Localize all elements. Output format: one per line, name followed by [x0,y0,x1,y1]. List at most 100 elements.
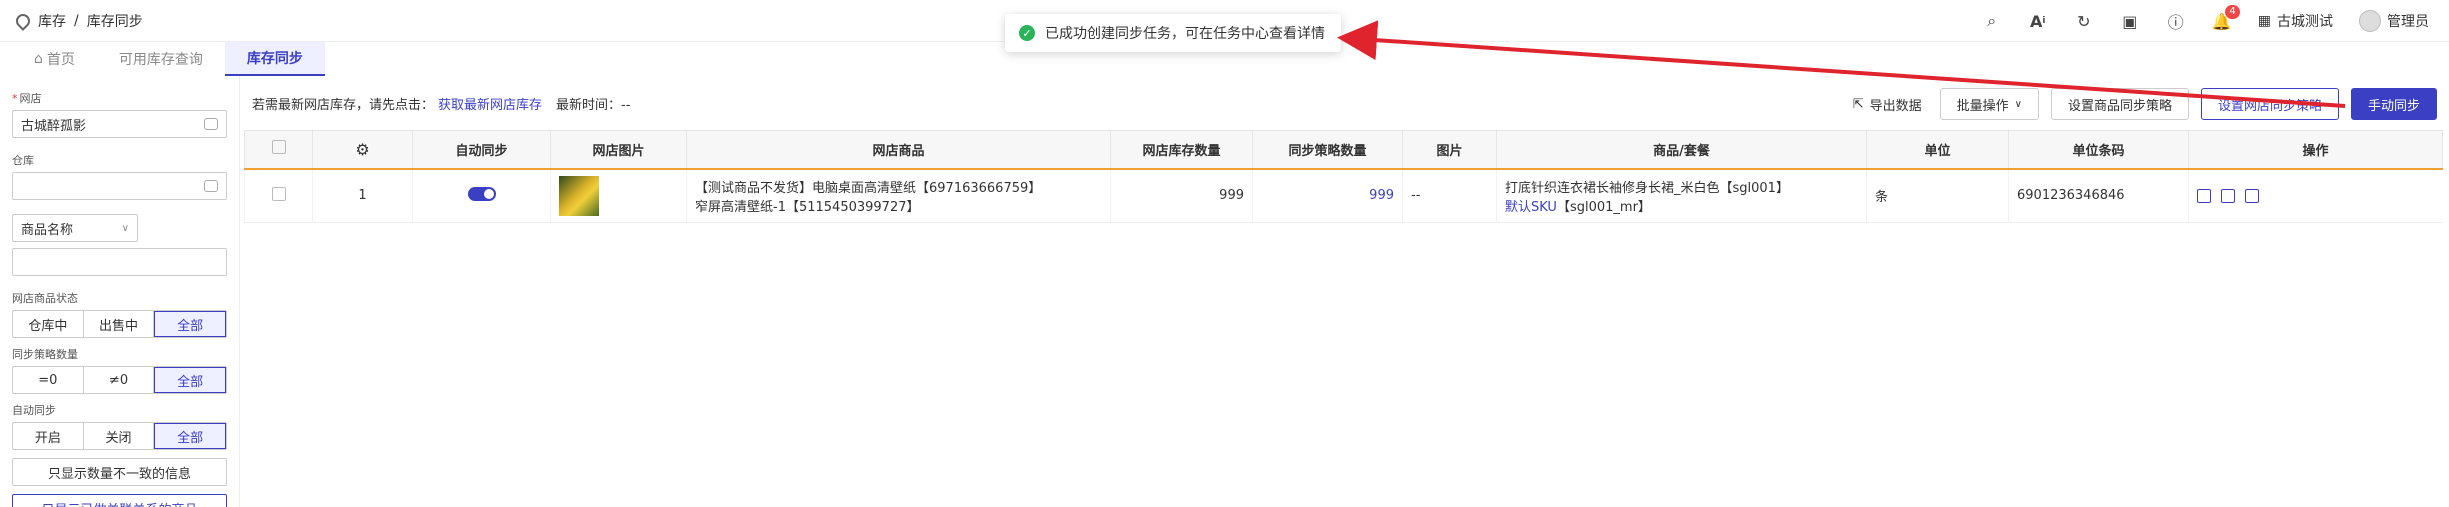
status-option-all[interactable]: 全部 [154,311,227,337]
user-menu[interactable]: 管理员 [2359,10,2429,32]
strategy-option-all[interactable]: 全部 [154,367,227,393]
sku-name: 打底针织连衣裙长袖修身长裙_米白色【sgl001】 [1505,180,1789,196]
location-pin-icon [13,10,33,31]
row-select-cell[interactable] [244,168,313,223]
header-barcode: 单位条码 [2008,130,2189,170]
set-shop-strategy-button[interactable]: 设置网店同步策略 [2200,88,2339,120]
show-inconsistent-button[interactable]: 只显示数量不一致的信息 [12,458,227,486]
page-tabs: ⌂ 首页 可用库存查询 库存同步 [0,42,325,76]
warehouse-label: 仓库 [12,154,34,167]
check-circle-icon: ✓ [1019,25,1035,41]
product-thumbnail[interactable] [559,175,599,216]
document-icon[interactable] [2221,188,2235,203]
set-product-strategy-button[interactable]: 设置商品同步策略 [2050,88,2189,120]
table-header-row: ⚙ 自动同步 网店图片 网店商品 网店库存数量 同步策略数量 图片 商品/套餐 … [244,130,2443,170]
checkbox[interactable] [271,186,286,201]
tab-label: 首页 [46,52,75,68]
export-button[interactable]: ⇱ 导出数据 [1846,88,1928,120]
clipboard-icon[interactable] [2197,188,2211,203]
product-field-value: 商品名称 [21,222,74,238]
strategy-stock-cell[interactable]: 999 [1252,168,1403,223]
status-option-warehouse[interactable]: 仓库中 [13,311,84,337]
fetch-stock-link[interactable]: 获取最新网店库存 [438,94,542,113]
success-toast: ✓ 已成功创建同步任务，可在任务中心查看详情 [1005,14,1341,52]
product-field-dropdown[interactable]: 商品名称 ∨ [12,214,138,242]
filter-sidebar: * 网店 古城醉孤影 仓库 商品名称 ∨ 网店商品状态 仓库中 出售中 全部 同步… [0,76,240,507]
table-row: 1 【测试商品不发货】电脑桌面高清壁纸【697163666759】 窄屏高清壁纸… [244,168,2443,223]
home-icon: ⌂ [34,51,43,67]
batch-operation-button[interactable]: 批量操作 ∨ [1939,88,2039,120]
strategy-option-nonzero[interactable]: ≠0 [84,367,155,393]
shop-stock-cell: 999 [1110,168,1253,223]
auto-sync-cell [412,168,551,223]
store-name: 古城测试 [2277,14,2333,30]
row-actions [2197,188,2435,203]
image-cell: -- [1402,168,1497,223]
avatar [2359,10,2381,32]
edit-icon[interactable] [2245,188,2259,203]
store-switcher[interactable]: ▦ 古城测试 [2258,11,2333,31]
tab-label: 库存同步 [246,51,303,67]
header-strategy-stock: 同步策略数量 [1252,130,1403,170]
manual-sync-button[interactable]: 手动同步 [2350,88,2437,120]
actions-cell [2188,168,2443,223]
product-title: 【测试商品不发货】电脑桌面高清壁纸【697163666759】 [695,180,1042,196]
toolbar-hint: 若需最新网店库存，请先点击： [252,97,435,113]
search-icon[interactable]: ⌕ [1982,11,2002,31]
auto-sync-toggle[interactable] [467,186,496,201]
notice-board-icon[interactable]: ▣ [2120,11,2140,31]
tab-stock-sync[interactable]: 库存同步 [224,42,325,76]
show-linked-button[interactable]: 只显示已做关联关系的商品 [12,494,227,507]
breadcrumb: 库存 / 库存同步 [13,10,143,31]
toolbar: 若需最新网店库存，请先点击： 获取最新网店库存 最新时间：-- ⇱ 导出数据 批量… [242,76,2449,130]
list-icon [204,180,218,192]
unit-cell: 条 [1866,168,2009,223]
auto-sync-label: 自动同步 [12,404,56,417]
auto-option-off[interactable]: 关闭 [84,423,155,449]
header-unit: 单位 [1866,130,2009,170]
refresh-icon[interactable]: ↻ [2074,11,2094,31]
top-right-actions: ⌕ Ai ↻ ▣ ⓘ 🔔 4 ▦ 古城测试 管理员 [1982,0,2429,42]
select-all-cell[interactable] [244,130,313,170]
sku-line: 默认SKU【sgl001_mr】 [1505,196,1858,215]
shop-select[interactable]: 古城醉孤影 [12,110,227,138]
help-icon[interactable]: ⓘ [2166,11,2186,32]
settings-header[interactable]: ⚙ [312,130,413,170]
strategy-option-zero[interactable]: =0 [13,367,84,393]
ai-icon[interactable]: Ai [2028,11,2048,31]
bell-icon[interactable]: 🔔 4 [2212,5,2240,31]
shop-image-cell [550,168,687,223]
header-auto-sync: 自动同步 [412,130,551,170]
product-search-input[interactable] [12,248,227,276]
warehouse-select[interactable] [12,172,227,200]
checkbox[interactable] [271,140,286,155]
gear-icon[interactable]: ⚙ [355,140,369,159]
header-sku: 商品/套餐 [1496,130,1867,170]
user-name: 管理员 [2387,14,2429,30]
tab-available-stock[interactable]: 可用库存查询 [97,42,225,76]
product-subtitle: 窄屏高清壁纸-1【5115450399727】 [695,199,920,215]
main-content: 若需最新网店库存，请先点击： 获取最新网店库存 最新时间：-- ⇱ 导出数据 批量… [242,76,2449,507]
auto-option-all[interactable]: 全部 [154,423,227,449]
toast-message: 已成功创建同步任务，可在任务中心查看详情 [1045,26,1325,42]
tab-label: 可用库存查询 [118,52,203,68]
tab-home[interactable]: ⌂ 首页 [12,42,97,76]
breadcrumb-current: 库存同步 [86,13,143,30]
shop-product-cell: 【测试商品不发货】电脑桌面高清壁纸【697163666759】 窄屏高清壁纸-1… [686,168,1111,223]
sku-cell: 打底针织连衣裙长袖修身长裙_米白色【sgl001】 默认SKU【sgl001_m… [1496,168,1867,223]
shop-label: * 网店 [12,92,42,105]
strategy-label: 同步策略数量 [12,348,78,361]
status-option-selling[interactable]: 出售中 [84,311,155,337]
default-sku-link[interactable]: 默认SKU [1505,200,1557,215]
breadcrumb-parent[interactable]: 库存 [38,11,66,31]
header-shop-image: 网店图片 [550,130,687,170]
header-actions: 操作 [2188,130,2443,170]
notification-badge: 4 [2225,5,2240,19]
latest-time: 最新时间：-- [556,97,631,113]
stock-sync-table: ⚙ 自动同步 网店图片 网店商品 网店库存数量 同步策略数量 图片 商品/套餐 … [244,130,2443,223]
auto-option-on[interactable]: 开启 [13,423,84,449]
export-icon: ⇱ [1852,96,1864,112]
barcode-cell: 6901236346846 [2008,168,2189,223]
toolbar-actions: ⇱ 导出数据 批量操作 ∨ 设置商品同步策略 设置网店同步策略 手动同步 [1846,88,2437,120]
building-icon: ▦ [2257,13,2271,29]
